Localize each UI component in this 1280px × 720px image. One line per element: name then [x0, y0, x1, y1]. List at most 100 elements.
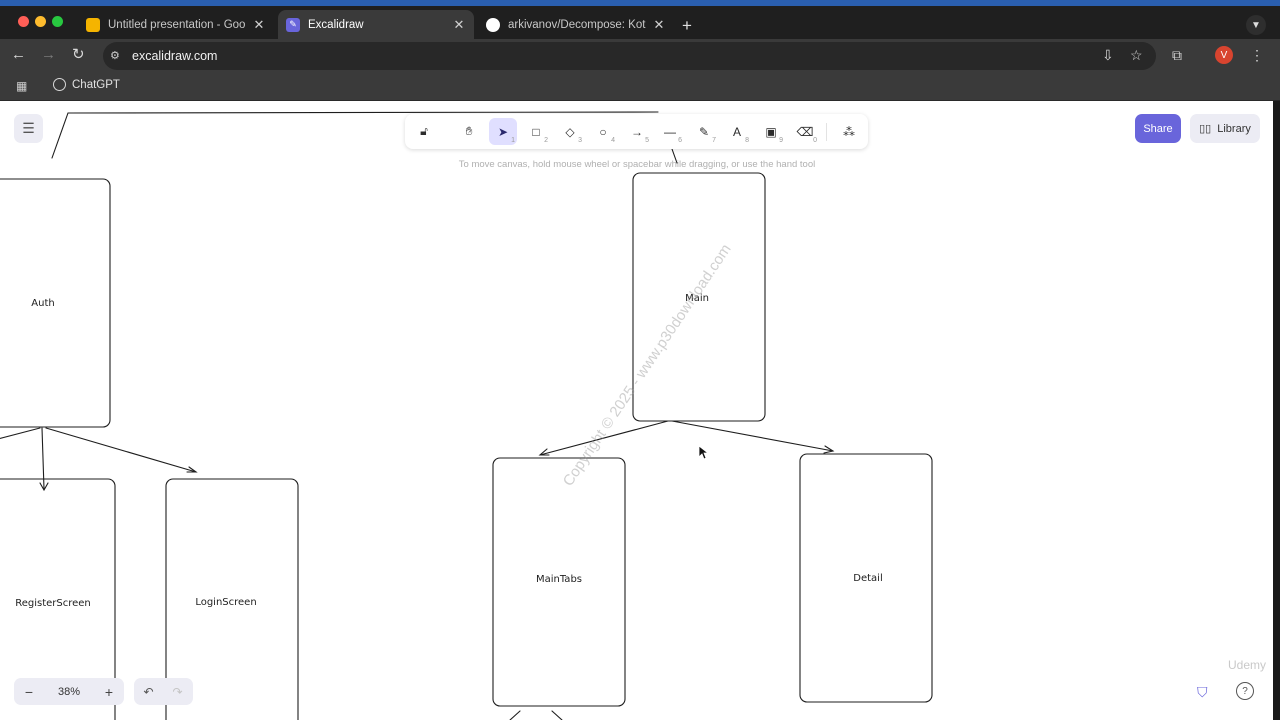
- hamburger-icon: ☰: [22, 120, 35, 136]
- bookmark-label: ChatGPT: [72, 78, 120, 91]
- slides-icon: [86, 17, 100, 32]
- rectangle-tool-button[interactable]: □ 2: [522, 118, 550, 145]
- udemy-watermark: Udemy: [1228, 658, 1267, 672]
- rectangle-icon: □: [532, 124, 540, 139]
- github-icon: [486, 17, 500, 32]
- arrow-maintabs-down-right[interactable]: [551, 710, 563, 720]
- shortcut-key: 6: [678, 137, 682, 144]
- back-icon[interactable]: ←: [11, 46, 26, 64]
- shapes-toolbar: 🔓︎ ✋︎ ➤ 1 □ 2 ◇ 3 ○ 4 → 5 —6 ✎ 7 A8 ▣ 9 ⌫ 0 ⁂: [405, 114, 868, 149]
- label-detail: Detail: [853, 573, 882, 584]
- eraser-tool-button[interactable]: ⌫ 0: [791, 118, 819, 145]
- tab-excalidraw[interactable]: ✎ Excalidraw ✕: [278, 10, 474, 39]
- hand-tool-button[interactable]: ✋︎: [455, 118, 483, 145]
- shortcut-key: 7: [712, 137, 716, 144]
- arrow-auth-left[interactable]: [0, 427, 41, 441]
- zoom-in-button[interactable]: +: [94, 684, 124, 700]
- shield-icon[interactable]: ⛉: [1197, 684, 1213, 700]
- ellipse-tool-button[interactable]: ○ 4: [589, 118, 617, 145]
- install-app-icon[interactable]: ⇩: [1102, 48, 1114, 63]
- arrow-icon: →: [631, 124, 643, 139]
- line-tool-button[interactable]: —6: [656, 118, 684, 145]
- image-icon: ▣: [765, 124, 777, 139]
- shapes-icon: ⁂: [843, 124, 855, 139]
- profile-avatar[interactable]: V: [1215, 46, 1233, 64]
- arrow-maintabs-down-left[interactable]: [509, 710, 521, 720]
- draw-tool-button[interactable]: ✎ 7: [690, 118, 718, 145]
- lock-icon: 🔓︎: [420, 124, 428, 138]
- forward-icon[interactable]: →: [41, 46, 56, 64]
- extensions-icon[interactable]: ⧉: [1172, 48, 1182, 63]
- zoom-level[interactable]: 38%: [44, 686, 94, 698]
- selection-tool-button[interactable]: ➤ 1: [489, 118, 517, 145]
- pencil-icon: ✎: [698, 124, 710, 139]
- library-button[interactable]: ▯▯ Library: [1190, 114, 1260, 143]
- book-icon: ▯▯: [1199, 123, 1212, 135]
- excalidraw-app: Auth Main RegisterScreen LoginScreen Mai…: [0, 101, 1273, 720]
- star-icon[interactable]: ☆: [1130, 48, 1143, 63]
- bookmark-chatgpt[interactable]: ChatGPT: [53, 78, 120, 91]
- excalidraw-icon: ✎: [286, 17, 300, 32]
- line-icon: —: [664, 124, 676, 139]
- shortcut-key: 3: [578, 137, 582, 144]
- mouse-cursor-icon: [699, 446, 709, 460]
- shortcut-key: 8: [745, 137, 749, 144]
- address-bar[interactable]: ⚙ excalidraw.com: [103, 42, 1156, 70]
- hand-icon: ✋︎: [465, 124, 473, 138]
- shortcut-key: 1: [511, 137, 515, 144]
- undo-button[interactable]: ↶: [134, 685, 163, 699]
- library-label: Library: [1217, 122, 1251, 135]
- label-maintabs: MainTabs: [536, 574, 582, 585]
- tab-google-slides[interactable]: Untitled presentation - Google Slides ✕: [78, 10, 274, 39]
- maximize-window-button[interactable]: [52, 16, 63, 27]
- text-icon: A: [732, 124, 741, 139]
- more-menu-icon[interactable]: ⋮: [1250, 48, 1264, 63]
- label-register-screen: RegisterScreen: [15, 598, 91, 609]
- ellipse-icon: ○: [599, 124, 607, 139]
- browser-toolbar: ← → ↻ ⚙ excalidraw.com ⇩ ☆ ⧉ ⋮: [0, 39, 1280, 72]
- text-tool-button[interactable]: A8: [723, 118, 751, 145]
- drawing-canvas[interactable]: Auth Main RegisterScreen LoginScreen Mai…: [0, 101, 1273, 720]
- arrow-auth-login[interactable]: [45, 427, 197, 473]
- zoom-controls: − 38% +: [14, 678, 124, 705]
- tab-title: arkivanov/Decompose: Kotlin: [508, 18, 646, 31]
- question-icon: ?: [1242, 685, 1248, 697]
- node-auth[interactable]: [0, 178, 111, 428]
- label-login-screen: LoginScreen: [195, 597, 256, 608]
- image-tool-button[interactable]: ▣ 9: [757, 118, 785, 145]
- shortcut-key: 4: [611, 137, 615, 144]
- arrow-main-detail[interactable]: [671, 420, 834, 452]
- reload-icon[interactable]: ↻: [72, 46, 85, 64]
- tab-bar: Untitled presentation - Google Slides ✕ …: [0, 6, 1280, 39]
- pointer-icon: ➤: [497, 124, 509, 139]
- site-info-icon[interactable]: ⚙: [110, 49, 124, 63]
- shortcut-key: 0: [813, 137, 817, 144]
- tab-github-decompose[interactable]: arkivanov/Decompose: Kotlin ✕: [478, 10, 674, 39]
- close-icon[interactable]: ✕: [652, 17, 666, 33]
- chevron-down-icon[interactable]: ▼: [1246, 15, 1266, 35]
- lock-tool-button[interactable]: 🔓︎: [410, 118, 438, 145]
- zoom-out-button[interactable]: −: [14, 684, 44, 700]
- redo-button[interactable]: ↷: [163, 685, 192, 699]
- shortcut-key: 5: [645, 137, 649, 144]
- diamond-tool-button[interactable]: ◇ 3: [556, 118, 584, 145]
- extra-tools-button[interactable]: ⁂: [835, 118, 863, 145]
- diamond-icon: ◇: [565, 124, 575, 139]
- arrow-tool-button[interactable]: → 5: [623, 118, 651, 145]
- help-button[interactable]: ?: [1236, 682, 1254, 700]
- share-button[interactable]: Share: [1135, 114, 1181, 143]
- minimize-window-button[interactable]: [35, 16, 46, 27]
- arrow-auth-register[interactable]: [41, 427, 45, 490]
- close-icon[interactable]: ✕: [452, 17, 466, 33]
- toolbar-divider: [826, 123, 827, 141]
- close-window-button[interactable]: [18, 16, 29, 27]
- url-text: excalidraw.com: [132, 49, 218, 63]
- apps-grid-icon[interactable]: ▦: [16, 79, 28, 93]
- tab-title: Excalidraw: [308, 18, 364, 31]
- close-icon[interactable]: ✕: [252, 17, 266, 33]
- main-menu-button[interactable]: ☰: [14, 114, 43, 143]
- new-tab-button[interactable]: +: [682, 17, 692, 34]
- label-auth: Auth: [31, 298, 54, 309]
- bookmarks-bar: ▦ ChatGPT: [0, 72, 1280, 101]
- eraser-icon: ⌫: [796, 124, 814, 139]
